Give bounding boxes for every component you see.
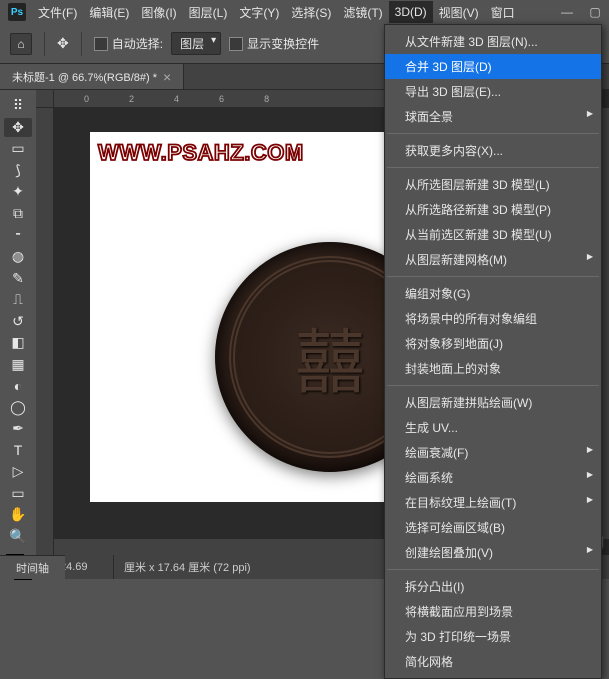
menu-layer[interactable]: 图层(L) xyxy=(183,0,234,25)
wand-tool[interactable]: ✦ xyxy=(4,182,32,202)
move-tool-icon: ✥ xyxy=(57,35,69,52)
eraser-tool[interactable]: ◧ xyxy=(4,333,32,353)
shape-tool[interactable]: ▭ xyxy=(4,484,32,504)
checkbox-icon[interactable] xyxy=(94,37,108,51)
divider xyxy=(44,32,45,56)
menu-3d-dropdown: 从文件新建 3D 图层(N)...合并 3D 图层(D)导出 3D 图层(E).… xyxy=(384,24,602,679)
tools-panel: ⠿ ✥ ▭ ⟆ ✦ ⧉ ⁃ ◍ ✎ ⎍ ↺ ◧ ▦ ◐ ◯ ✒ T ▷ ▭ ✋ … xyxy=(0,90,36,579)
menu-item[interactable]: 创建绘图叠加(V) xyxy=(385,540,601,565)
zoom-tool[interactable]: 🔍 xyxy=(4,527,32,547)
grip-icon[interactable]: ⠿ xyxy=(4,96,32,116)
heal-tool[interactable]: ◍ xyxy=(4,247,32,267)
menu-item[interactable]: 从所选图层新建 3D 模型(L) xyxy=(385,172,601,197)
path-tool[interactable]: ▷ xyxy=(4,462,32,482)
menu-item[interactable]: 生成 UV... xyxy=(385,415,601,440)
menu-item[interactable]: 绘画系统 xyxy=(385,465,601,490)
maximize-icon[interactable]: ▢ xyxy=(581,0,609,24)
canvas-watermark-text: WWW.PSAHZ.COM xyxy=(98,140,304,166)
show-transform-label: 显示变换控件 xyxy=(247,35,319,52)
minimize-icon[interactable]: — xyxy=(553,0,581,24)
menu-item[interactable]: 从当前选区新建 3D 模型(U) xyxy=(385,222,601,247)
marquee-tool[interactable]: ▭ xyxy=(4,139,32,159)
menu-separator xyxy=(387,133,599,134)
ruler-mark: 2 xyxy=(129,94,134,104)
menu-select[interactable]: 选择(S) xyxy=(285,0,337,25)
menu-edit[interactable]: 编辑(E) xyxy=(83,0,135,25)
menu-item[interactable]: 获取更多内容(X)... xyxy=(385,138,601,163)
document-info: 厘米 x 17.64 厘米 (72 ppi) xyxy=(114,559,261,575)
show-transform-checkbox[interactable]: 显示变换控件 xyxy=(229,35,319,52)
menu-3d[interactable]: 3D(D) xyxy=(389,1,433,23)
menu-window[interactable]: 窗口 xyxy=(485,0,521,25)
divider xyxy=(81,32,82,56)
menu-type[interactable]: 文字(Y) xyxy=(233,0,285,25)
stamp-tool[interactable]: ⎍ xyxy=(4,290,32,310)
menu-item[interactable]: 导出 3D 图层(E)... xyxy=(385,79,601,104)
move-tool[interactable]: ✥ xyxy=(4,118,32,138)
app-logo-icon: Ps xyxy=(8,3,26,21)
menu-item[interactable]: 拆分凸出(I) xyxy=(385,574,601,599)
menu-item[interactable]: 简化网格 xyxy=(385,649,601,674)
ruler-corner xyxy=(36,90,54,108)
menu-item[interactable]: 封装地面上的对象 xyxy=(385,356,601,381)
ruler-mark: 6 xyxy=(219,94,224,104)
ruler-mark: 8 xyxy=(264,94,269,104)
menu-item[interactable]: 绘画衰减(F) xyxy=(385,440,601,465)
ruler-mark: 4 xyxy=(174,94,179,104)
blur-tool[interactable]: ◐ xyxy=(4,376,32,396)
checkbox-icon[interactable] xyxy=(229,37,243,51)
menu-image[interactable]: 图像(I) xyxy=(135,0,182,25)
document-tab-title: 未标题-1 @ 66.7%(RGB/8#) * xyxy=(12,69,157,85)
ruler-vertical xyxy=(36,108,54,555)
menu-item[interactable]: 编组对象(G) xyxy=(385,281,601,306)
menu-item[interactable]: 将场景中的所有对象编组 xyxy=(385,306,601,331)
auto-select-label: 自动选择: xyxy=(112,35,163,52)
home-icon[interactable]: ⌂ xyxy=(10,33,32,55)
document-tab[interactable]: 未标题-1 @ 66.7%(RGB/8#) * × xyxy=(0,64,184,89)
timeline-panel-tab[interactable]: 时间轴 xyxy=(0,555,65,579)
hand-tool[interactable]: ✋ xyxy=(4,505,32,525)
eyedropper-tool[interactable]: ⁃ xyxy=(4,225,32,245)
lasso-tool[interactable]: ⟆ xyxy=(4,161,32,181)
menu-item[interactable]: 球面全景 xyxy=(385,104,601,129)
auto-select-checkbox[interactable]: 自动选择: xyxy=(94,35,163,52)
menu-item[interactable]: 从文件新建 3D 图层(N)... xyxy=(385,29,601,54)
menu-file[interactable]: 文件(F) xyxy=(32,0,83,25)
menu-view[interactable]: 视图(V) xyxy=(433,0,485,25)
menubar: Ps 文件(F) 编辑(E) 图像(I) 图层(L) 文字(Y) 选择(S) 滤… xyxy=(0,0,609,24)
brush-tool[interactable]: ✎ xyxy=(4,268,32,288)
dodge-tool[interactable]: ◯ xyxy=(4,397,32,417)
layer-dropdown[interactable]: 图层 xyxy=(171,32,221,55)
history-brush-tool[interactable]: ↺ xyxy=(4,311,32,331)
menu-item[interactable]: 将横截面应用到场景 xyxy=(385,599,601,624)
menu-item[interactable]: 从图层新建网格(M) xyxy=(385,247,601,272)
document-canvas[interactable]: WWW.PSAHZ.COM xyxy=(90,132,385,502)
menu-item[interactable]: 为 3D 打印统一场景 xyxy=(385,624,601,649)
close-icon[interactable]: × xyxy=(163,69,171,85)
menu-filter[interactable]: 滤镜(T) xyxy=(337,0,388,25)
menu-item[interactable]: 将对象移到地面(J) xyxy=(385,331,601,356)
menu-separator xyxy=(387,276,599,277)
menu-item[interactable]: 在目标纹理上绘画(T) xyxy=(385,490,601,515)
window-controls: — ▢ xyxy=(553,0,609,24)
crop-tool[interactable]: ⧉ xyxy=(4,204,32,224)
text-tool[interactable]: T xyxy=(4,441,32,461)
menu-item[interactable]: 从图层新建拼贴绘画(W) xyxy=(385,390,601,415)
menu-separator xyxy=(387,385,599,386)
pen-tool[interactable]: ✒ xyxy=(4,419,32,439)
menu-item[interactable]: 合并 3D 图层(D) xyxy=(385,54,601,79)
ruler-mark: 0 xyxy=(84,94,89,104)
menu-separator xyxy=(387,167,599,168)
menu-separator xyxy=(387,569,599,570)
menu-item[interactable]: 选择可绘画区域(B) xyxy=(385,515,601,540)
gradient-tool[interactable]: ▦ xyxy=(4,354,32,374)
menu-item[interactable]: 从所选路径新建 3D 模型(P) xyxy=(385,197,601,222)
